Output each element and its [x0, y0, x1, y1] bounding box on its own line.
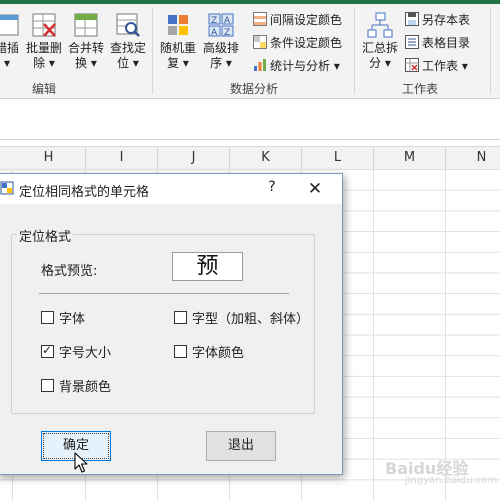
close-button[interactable]: ✕: [302, 178, 328, 200]
exit-button-label: 退出: [227, 438, 254, 453]
checkbox-box[interactable]: ✓: [41, 343, 54, 358]
ribbon-button-label: 合并转: [67, 41, 104, 55]
column-header-k[interactable]: K: [230, 147, 302, 169]
ribbon-button-sub: 复 ▾: [167, 56, 189, 70]
dialog-title: 定位相同格式的单元格: [19, 185, 150, 200]
ribbon-button-sub: 序 ▾: [210, 56, 232, 70]
exit-button[interactable]: 退出: [206, 431, 276, 461]
format-preview-box: 预: [172, 252, 243, 281]
grid-line: [373, 169, 374, 500]
check-mark-icon: ✓: [42, 343, 53, 357]
svg-text:Z: Z: [224, 28, 230, 38]
mouse-cursor-icon: [74, 452, 88, 473]
checkbox-box[interactable]: [41, 379, 54, 392]
ribbon-button-label: 高级排: [202, 41, 239, 55]
sheet-directory-label: 表格目录: [422, 36, 471, 50]
find-locate-icon: [116, 13, 140, 37]
ribbon-accent: [0, 0, 500, 4]
column-header-i[interactable]: I: [86, 147, 158, 169]
ribbon-button-sub: 位 ▾: [117, 56, 139, 70]
conditional-color-button[interactable]: 条件设定颜色: [253, 33, 342, 53]
sheet-directory-button[interactable]: 表格目录: [405, 33, 470, 53]
ribbon-button-label: 批量删: [25, 41, 62, 55]
batch-delete-icon: [32, 13, 56, 37]
checkbox-label: 字号大小: [59, 346, 112, 361]
insert-icon: [0, 14, 19, 36]
checkbox-font-style[interactable]: 字型（加粗、斜体）: [174, 311, 309, 329]
group-separator: [490, 8, 491, 94]
statistics-analysis-button[interactable]: 统计与分析 ▾: [253, 56, 340, 76]
statistics-analysis-label: 统计与分析 ▾: [270, 59, 340, 73]
conditional-color-label: 条件设定颜色: [270, 36, 343, 50]
merge-convert-icon: [74, 13, 98, 37]
column-header-m[interactable]: M: [374, 147, 446, 169]
checkbox-font-size[interactable]: ✓ 字号大小: [41, 343, 112, 363]
grid-line: [445, 169, 446, 500]
ribbon-button-sub: 换 ▾: [75, 56, 97, 70]
formula-bar-area[interactable]: [0, 99, 500, 140]
save-sheet-button[interactable]: 另存本表: [405, 10, 470, 30]
group-separator: [152, 8, 153, 94]
divider: [39, 293, 289, 294]
checkbox-label: 字体: [59, 312, 86, 327]
ribbon-button-sub: 分 ▾: [369, 56, 391, 70]
preview-label: 格式预览:: [41, 264, 98, 279]
ribbon-button-summary-split[interactable]: 汇总拆 分 ▾: [358, 12, 402, 71]
locate-same-format-dialog: 定位相同格式的单元格 ? ✕ 定位格式 格式预览: 预 字体 字型（加粗、斜体）…: [0, 173, 343, 475]
checkbox-label: 字型（加粗、斜体）: [192, 312, 310, 327]
column-header-h[interactable]: H: [12, 147, 86, 169]
app-icon: [0, 181, 14, 195]
worksheet-button[interactable]: 工作表 ▾: [405, 56, 468, 76]
checkbox-box[interactable]: [174, 345, 187, 358]
checkbox-label: 字体颜色: [192, 346, 245, 361]
summary-split-icon: [367, 12, 393, 38]
ribbon-button-advanced-sort[interactable]: ZAAZ 高级排 序 ▾: [200, 12, 242, 71]
checkbox-background-color[interactable]: 背景颜色: [41, 379, 111, 397]
worksheet-label: 工作表 ▾: [422, 59, 468, 73]
analysis-group-label: 数据分析: [230, 82, 279, 96]
column-header-l[interactable]: L: [302, 147, 374, 169]
ribbon-button-sub: 除 ▾: [33, 56, 55, 70]
checkbox-font[interactable]: 字体: [41, 311, 85, 329]
save-sheet-icon: [405, 12, 419, 26]
interval-color-button[interactable]: 间隔设定颜色: [253, 10, 342, 30]
statistics-icon: [254, 59, 266, 71]
checkbox-font-color[interactable]: 字体颜色: [174, 345, 244, 363]
ribbon-button-insert[interactable]: 错插 ▾: [0, 12, 22, 71]
ribbon-button-random-repeat[interactable]: 随机重 复 ▾: [157, 12, 199, 71]
ribbon-button-label: 错插: [0, 41, 19, 55]
interval-color-label: 间隔设定颜色: [270, 13, 343, 27]
worksheet-icon: [405, 58, 419, 72]
ribbon: 错插 ▾ 批量删 除 ▾ 合并转 换 ▾ 查找定 位 ▾ 编辑 随机重 复 ▾ …: [0, 0, 500, 99]
interval-color-icon: [253, 12, 267, 26]
svg-text:A: A: [224, 16, 231, 26]
ribbon-button-sub: ▾: [3, 56, 11, 70]
svg-text:Z: Z: [211, 16, 217, 26]
help-button[interactable]: ?: [263, 179, 281, 199]
random-repeat-icon: [168, 15, 188, 35]
ribbon-button-merge-convert[interactable]: 合并转 换 ▾: [66, 12, 106, 71]
edit-group-label: 编辑: [32, 82, 57, 96]
svg-text:A: A: [211, 28, 218, 38]
column-header-n[interactable]: N: [446, 147, 500, 169]
checkbox-box[interactable]: [174, 311, 187, 324]
column-headers: H I J K L M N: [0, 146, 500, 170]
ribbon-button-label: 汇总拆: [361, 41, 398, 55]
dialog-titlebar[interactable]: 定位相同格式的单元格 ? ✕: [0, 174, 342, 204]
watermark-sub: jingyan.baidu.com: [405, 475, 498, 486]
column-header-j[interactable]: J: [158, 147, 230, 169]
ribbon-button-label: 随机重: [159, 41, 196, 55]
checkbox-label: 背景颜色: [59, 380, 112, 395]
group-separator: [354, 8, 355, 94]
checkbox-box[interactable]: [41, 311, 54, 324]
save-sheet-label: 另存本表: [422, 13, 471, 27]
sheet-group-label: 工作表: [402, 82, 439, 96]
conditional-color-icon: [253, 35, 267, 49]
ribbon-button-batch-delete[interactable]: 批量删 除 ▾: [24, 12, 64, 71]
sheet-directory-icon: [405, 35, 419, 49]
ribbon-button-label: 查找定: [109, 41, 146, 55]
ribbon-button-find-locate[interactable]: 查找定 位 ▾: [108, 12, 148, 71]
advanced-sort-icon: Z AA Z: [208, 13, 234, 38]
format-group-label: 定位格式: [17, 226, 74, 245]
